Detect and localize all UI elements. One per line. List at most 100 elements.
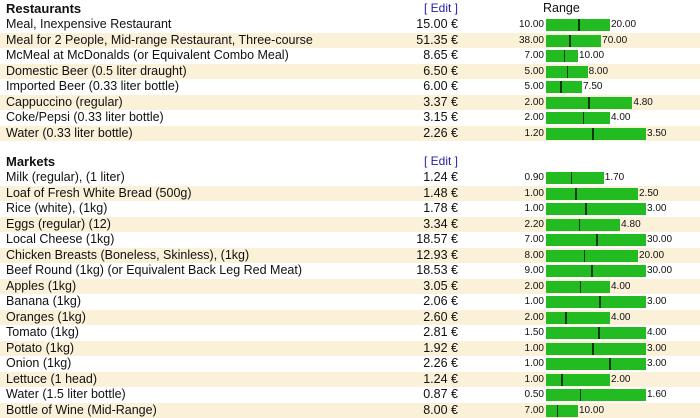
edit-cell: [ Edit ] bbox=[388, 0, 458, 17]
range-price-marker bbox=[609, 358, 611, 370]
item-price: 0.87 € bbox=[388, 387, 458, 403]
range-min: 10.00 bbox=[518, 19, 544, 30]
row-gap bbox=[458, 216, 518, 232]
range-min: 5.00 bbox=[524, 65, 544, 77]
price-table: Restaurants [ Edit ] Range Meal, Inexpensiv… bbox=[0, 0, 700, 418]
table-row: Water (0.33 liter bottle) 2.26 € 1.20 3.50 bbox=[0, 125, 700, 141]
item-name: Tomato (1kg) bbox=[0, 325, 388, 341]
range-max: 1.60 bbox=[647, 389, 667, 400]
item-name: Beef Round (1kg) (or Equivalent Back Leg… bbox=[0, 263, 388, 279]
range-bar bbox=[546, 203, 646, 215]
item-price: 1.24 € bbox=[388, 371, 458, 387]
row-gap bbox=[458, 325, 518, 341]
range-max: 30.00 bbox=[647, 265, 673, 276]
item-price: 3.34 € bbox=[388, 216, 458, 232]
range-header bbox=[518, 153, 700, 170]
row-gap bbox=[458, 170, 518, 186]
row-gap bbox=[458, 232, 518, 248]
range-min: 0.50 bbox=[524, 389, 544, 400]
range-price-marker bbox=[566, 65, 569, 78]
edit-cell: [ Edit ] bbox=[388, 153, 458, 170]
item-price: 1.78 € bbox=[388, 201, 458, 217]
range-price-marker bbox=[569, 34, 571, 47]
table-row: Potato (1kg) 1.92 € 1.00 3.00 bbox=[0, 340, 700, 356]
item-price: 1.92 € bbox=[388, 340, 458, 356]
edit-link[interactable]: [ Edit ] bbox=[424, 1, 458, 15]
row-gap bbox=[458, 247, 518, 263]
range-cell: 0.90 1.70 bbox=[518, 170, 700, 186]
range-cell: 0.50 1.60 bbox=[518, 387, 700, 403]
item-name: Cappuccino (regular) bbox=[0, 94, 388, 110]
item-price: 2.60 € bbox=[388, 309, 458, 325]
row-gap bbox=[458, 17, 518, 33]
row-gap bbox=[458, 201, 518, 217]
range-min: 5.00 bbox=[524, 81, 544, 92]
range-header: Range bbox=[543, 1, 580, 15]
range-min: 1.00 bbox=[524, 342, 544, 354]
item-name: Potato (1kg) bbox=[0, 340, 388, 356]
range-bar bbox=[546, 112, 610, 124]
range-min: 7.00 bbox=[524, 234, 544, 245]
row-gap bbox=[458, 263, 518, 279]
range-cell: 2.20 4.80 bbox=[518, 216, 700, 232]
range-min: 1.00 bbox=[524, 358, 544, 369]
item-price: 8.65 € bbox=[388, 48, 458, 64]
range-price-marker bbox=[585, 203, 587, 215]
range-max: 10.00 bbox=[579, 404, 605, 416]
header-gap bbox=[458, 0, 518, 17]
range-max: 4.00 bbox=[611, 280, 631, 292]
range-price-marker bbox=[579, 389, 582, 401]
row-gap bbox=[458, 340, 518, 356]
range-cell: 1.00 2.50 bbox=[518, 185, 700, 201]
item-price: 2.81 € bbox=[388, 325, 458, 341]
range-bar bbox=[546, 327, 646, 339]
item-name: McMeal at McDonalds (or Equivalent Combo… bbox=[0, 48, 388, 64]
row-gap bbox=[458, 309, 518, 325]
range-max: 4.00 bbox=[611, 112, 631, 123]
range-max: 2.00 bbox=[611, 373, 631, 385]
range-max: 70.00 bbox=[602, 34, 628, 46]
range-price-marker bbox=[599, 296, 601, 308]
item-price: 8.00 € bbox=[388, 402, 458, 418]
range-bar bbox=[546, 358, 646, 370]
table-row: McMeal at McDonalds (or Equivalent Combo… bbox=[0, 48, 700, 64]
section-header: Markets [ Edit ] bbox=[0, 153, 700, 170]
range-bar bbox=[546, 65, 588, 78]
range-bar bbox=[546, 404, 578, 417]
range-cell: 1.20 3.50 bbox=[518, 125, 700, 141]
item-name: Chicken Breasts (Boneless, Skinless), (1… bbox=[0, 247, 388, 263]
table-row: Milk (regular), (1 liter) 1.24 € 0.90 1.70 bbox=[0, 170, 700, 186]
table-row: Loaf of Fresh White Bread (500g) 1.48 € 1.… bbox=[0, 185, 700, 201]
row-gap bbox=[458, 48, 518, 64]
item-name: Domestic Beer (0.5 liter draught) bbox=[0, 63, 388, 79]
range-price-marker bbox=[591, 265, 593, 277]
item-name: Lettuce (1 head) bbox=[0, 371, 388, 387]
range-min: 9.00 bbox=[524, 265, 544, 276]
table-row: Rice (white), (1kg) 1.78 € 1.00 3.00 bbox=[0, 201, 700, 217]
item-price: 15.00 € bbox=[388, 17, 458, 33]
range-cell: 2.00 4.00 bbox=[518, 110, 700, 126]
range-price-marker bbox=[560, 81, 562, 93]
item-price: 3.05 € bbox=[388, 278, 458, 294]
range-bar bbox=[546, 127, 646, 140]
range-cell: 1.00 3.00 bbox=[518, 201, 700, 217]
range-max: 4.00 bbox=[647, 327, 667, 338]
table-row: Tomato (1kg) 2.81 € 1.50 4.00 bbox=[0, 325, 700, 341]
row-gap bbox=[458, 387, 518, 403]
range-max: 8.00 bbox=[588, 65, 609, 77]
range-max: 7.50 bbox=[583, 81, 603, 92]
range-max: 2.50 bbox=[639, 187, 659, 199]
item-name: Loaf of Fresh White Bread (500g) bbox=[0, 185, 388, 201]
range-cell: 2.00 4.00 bbox=[518, 278, 700, 294]
range-cell: 7.00 30.00 bbox=[518, 232, 700, 248]
range-price-marker bbox=[575, 187, 577, 200]
range-min: 1.20 bbox=[524, 127, 544, 139]
item-price: 12.93 € bbox=[388, 247, 458, 263]
item-name: Onion (1kg) bbox=[0, 356, 388, 372]
header-gap bbox=[458, 153, 518, 170]
range-bar bbox=[546, 234, 646, 246]
edit-link[interactable]: [ Edit ] bbox=[424, 154, 458, 168]
range-cell: 1.00 3.00 bbox=[518, 294, 700, 310]
range-min: 8.00 bbox=[524, 249, 544, 261]
range-min: 2.00 bbox=[524, 112, 544, 123]
